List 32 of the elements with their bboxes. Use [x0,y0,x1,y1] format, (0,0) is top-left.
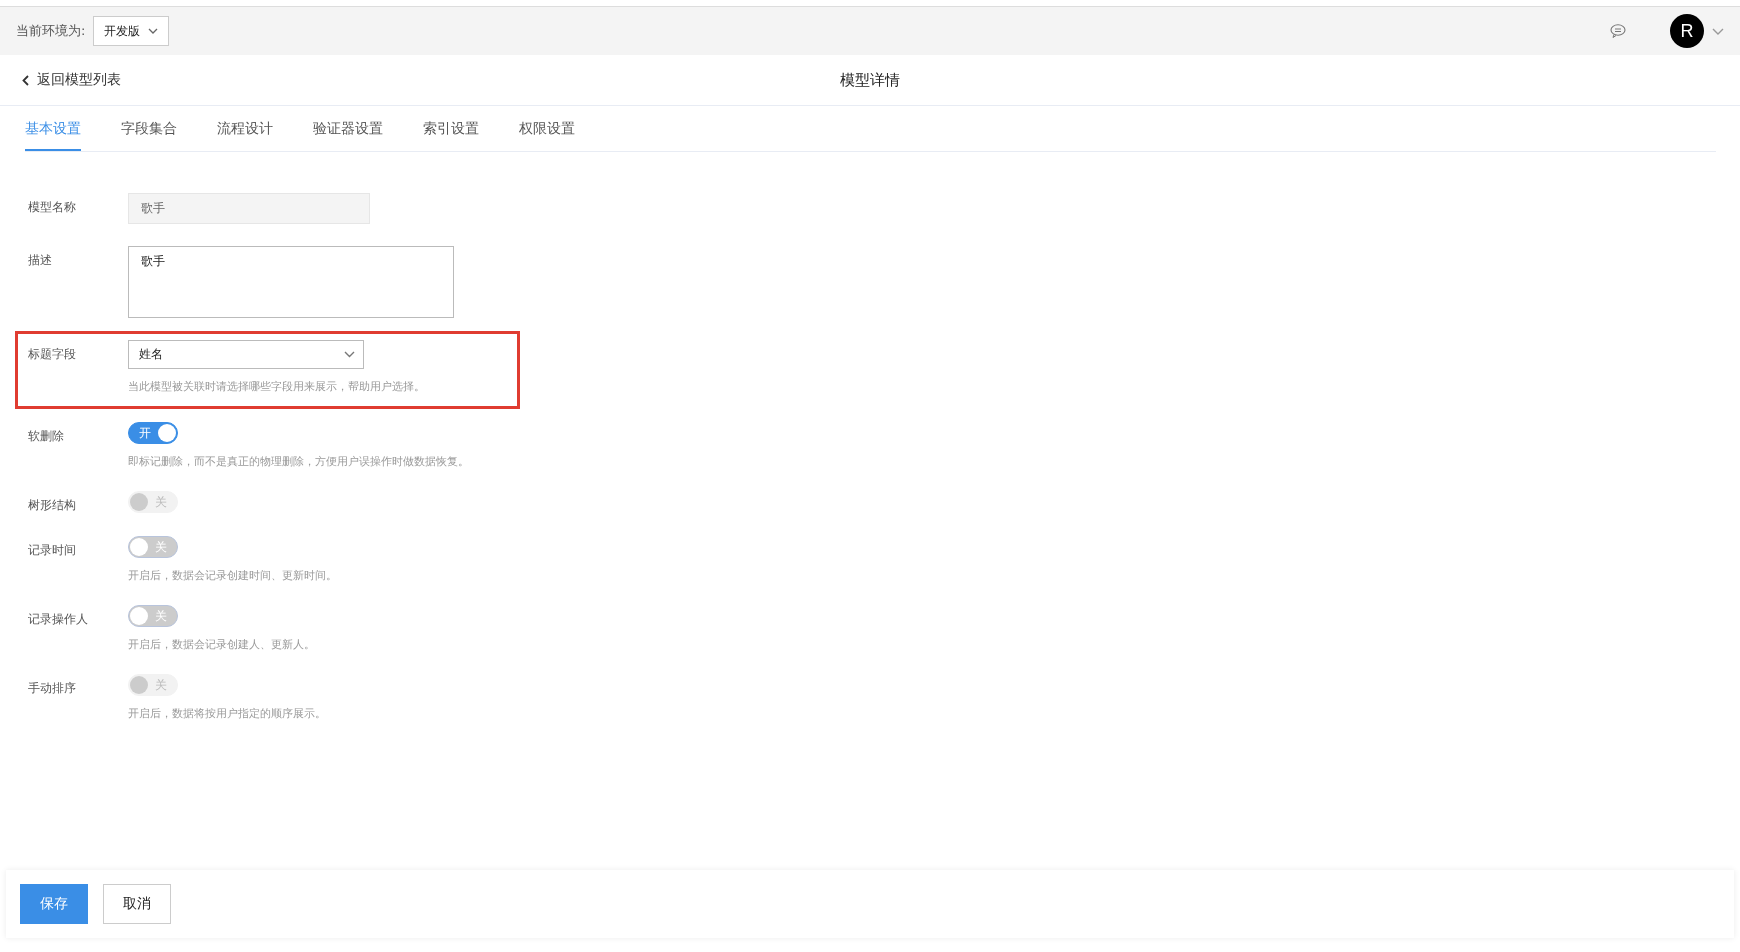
field-label: 描述 [28,252,53,269]
help-text: 当此模型被关联时请选择哪些字段用来展示，帮助用户选择。 [128,379,425,394]
field-label: 软删除 [28,428,65,445]
field-label: 模型名称 [28,199,77,216]
back-link[interactable]: 返回模型列表 [22,71,121,89]
environment-label: 当前环境为: [16,22,86,40]
chat-bubble-icon[interactable] [1610,24,1626,38]
field-label: 记录操作人 [28,611,89,628]
cancel-button[interactable]: 取消 [103,884,171,924]
tab[interactable]: 索引设置 [423,120,479,151]
help-text: 开启后，数据会记录创建人、更新人。 [128,637,315,652]
tab[interactable]: 流程设计 [217,120,273,151]
tab[interactable]: 验证器设置 [313,120,383,151]
page-title: 模型详情 [840,70,900,90]
text-area[interactable]: 歌手 [128,246,454,318]
tab[interactable]: 字段集合 [121,120,177,151]
chevron-left-icon [22,74,29,86]
tab[interactable]: 基本设置 [25,120,81,151]
field-label: 记录时间 [28,542,77,559]
help-text: 开启后，数据将按用户指定的顺序展示。 [128,706,326,721]
help-text: 即标记删除，而不是真正的物理删除，方便用户误操作时做数据恢复。 [128,454,469,469]
tab[interactable]: 权限设置 [519,120,575,151]
environment-dropdown[interactable]: 开发版 [93,16,170,46]
help-text: 开启后，数据会记录创建时间、更新时间。 [128,568,337,583]
field-label: 标题字段 [28,346,77,363]
chevron-down-icon [344,351,355,358]
user-avatar[interactable]: R [1670,14,1704,48]
chevron-down-icon[interactable] [1712,27,1724,35]
select-dropdown[interactable]: 姓名 [128,340,364,369]
field-label: 手动排序 [28,680,77,697]
field-label: 树形结构 [28,497,77,514]
chevron-down-icon [148,28,159,34]
